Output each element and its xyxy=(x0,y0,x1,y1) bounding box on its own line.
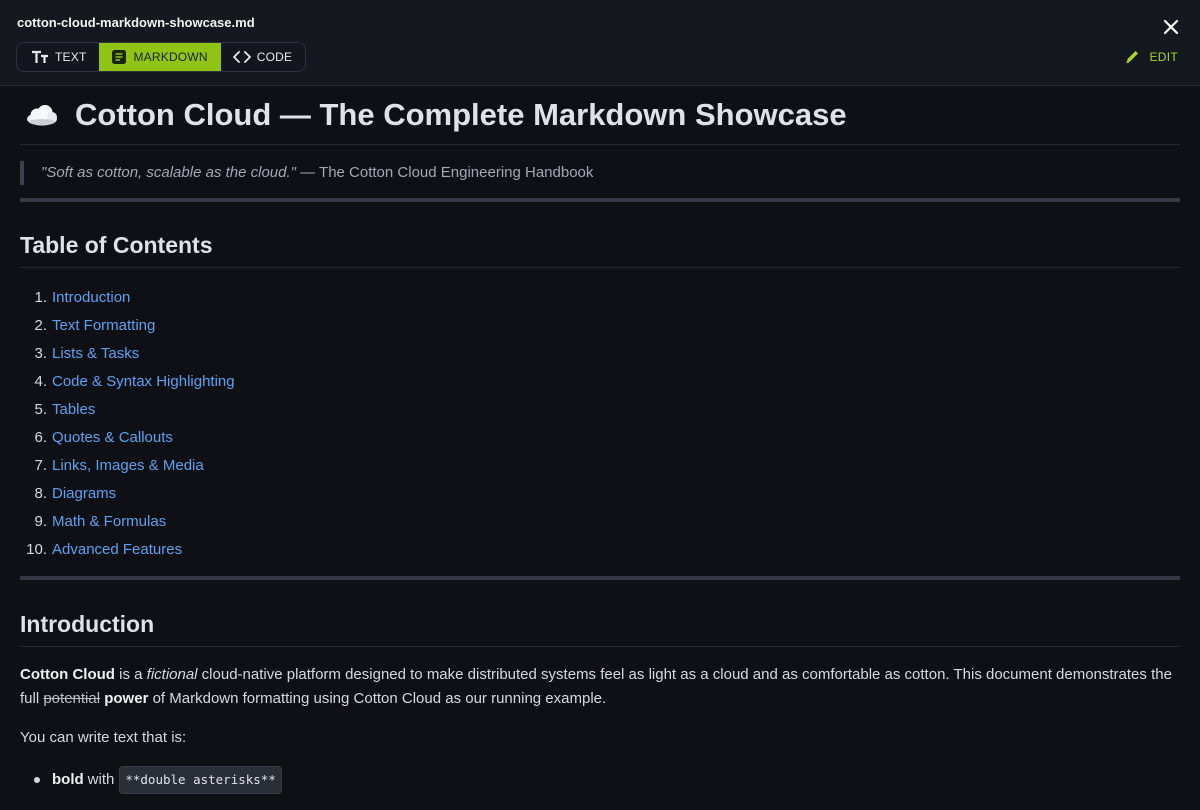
title-text: Cotton Cloud — The Complete Markdown Sho… xyxy=(75,97,847,132)
document-icon xyxy=(112,50,127,64)
horizontal-rule xyxy=(20,198,1180,202)
toc-link-diagrams[interactable]: Diagrams xyxy=(52,480,116,508)
tab-label: CODE xyxy=(256,50,293,64)
toc-link-lists-tasks[interactable]: Lists & Tasks xyxy=(52,340,139,368)
paragraph-text: is a xyxy=(114,666,147,683)
toc-list: 1. Introduction 2. Text Formatting 3. Lists… xyxy=(20,284,1180,564)
blockquote: "Soft as cotton, scalable as the cloud."… xyxy=(20,161,1180,185)
toc-number: 1. xyxy=(34,289,47,306)
toc-link-text-formatting[interactable]: Text Formatting xyxy=(52,312,155,340)
bullet-marker xyxy=(34,777,40,783)
toc-link-tables[interactable]: Tables xyxy=(52,396,95,424)
toc-item: 8. Diagrams xyxy=(20,480,1180,508)
toc-number: 9. xyxy=(34,513,47,530)
file-name: cotton-cloud-markdown-showcase.md xyxy=(17,15,255,30)
toc-item: 3. Lists & Tasks xyxy=(20,340,1180,368)
toc-item: 10. Advanced Features xyxy=(20,536,1180,564)
toc-number: 3. xyxy=(34,345,47,362)
paragraph: You can write text that is: xyxy=(20,729,187,746)
strikethrough-text: potential xyxy=(43,690,101,707)
toc-item: 2. Text Formatting xyxy=(20,312,1180,340)
toc-number: 7. xyxy=(34,457,47,474)
tab-label: TEXT xyxy=(55,50,87,64)
toc-number: 4. xyxy=(34,373,47,390)
list-item-text: with xyxy=(87,771,115,788)
code-brackets-icon xyxy=(232,51,251,63)
toc-link-links-images-media[interactable]: Links, Images & Media xyxy=(52,452,204,480)
horizontal-rule xyxy=(20,576,1180,580)
close-button[interactable] xyxy=(1160,16,1182,38)
bold-text: bold xyxy=(52,771,84,788)
toc-number: 5. xyxy=(34,401,47,418)
toc-item: 1. Introduction xyxy=(20,284,1180,312)
quote-attribution: — The Cotton Cloud Engineering Handbook xyxy=(295,164,594,181)
toc-item: 7. Links, Images & Media xyxy=(20,452,1180,480)
page-title: Cotton Cloud — The Complete Markdown Sho… xyxy=(20,86,1180,145)
close-icon xyxy=(1163,19,1179,35)
toc-number: 2. xyxy=(34,317,47,334)
toc-link-quotes-callouts[interactable]: Quotes & Callouts xyxy=(52,424,173,452)
tab-code[interactable]: CODE xyxy=(221,43,305,71)
toc-item: 5. Tables xyxy=(20,396,1180,424)
bold-text: power xyxy=(104,690,149,707)
tab-markdown[interactable]: MARKDOWN xyxy=(99,43,221,71)
toc-item: 4. Code & Syntax Highlighting xyxy=(20,368,1180,396)
view-mode-tabs: TEXT MARKDOWN CODE xyxy=(16,42,307,72)
tab-label: MARKDOWN xyxy=(133,50,208,64)
edit-label: EDIT xyxy=(1149,49,1178,64)
toc-link-introduction[interactable]: Introduction xyxy=(52,284,130,312)
format-list: bold with **double asterisks** xyxy=(20,766,1180,794)
text-format-icon xyxy=(32,50,48,63)
markdown-preview[interactable]: Cotton Cloud — The Complete Markdown Sho… xyxy=(20,86,1180,810)
toc-number: 8. xyxy=(34,485,47,502)
viewer-header: cotton-cloud-markdown-showcase.md TEXT M… xyxy=(0,0,1200,86)
introduction-heading: Introduction xyxy=(20,607,1180,647)
toc-link-advanced-features[interactable]: Advanced Features xyxy=(52,536,182,564)
edit-button[interactable]: EDIT xyxy=(1125,49,1178,64)
cloud-icon xyxy=(27,105,57,126)
toc-heading: Table of Contents xyxy=(20,228,1180,268)
paragraph-text: of Markdown formatting using Cotton Clou… xyxy=(148,690,607,707)
pencil-icon xyxy=(1126,51,1139,64)
list-item: bold with **double asterisks** xyxy=(34,766,1180,794)
toc-link-math-formulas[interactable]: Math & Formulas xyxy=(52,508,166,536)
toc-item: 9. Math & Formulas xyxy=(20,508,1180,536)
toc-link-code-syntax[interactable]: Code & Syntax Highlighting xyxy=(52,368,235,396)
toc-number: 10. xyxy=(26,541,47,558)
toc-item: 6. Quotes & Callouts xyxy=(20,424,1180,452)
intro-paragraph: Cotton Cloud is a fictional cloud-native… xyxy=(20,663,1180,711)
inline-code: **double asterisks** xyxy=(119,766,282,794)
bold-text: Cotton Cloud xyxy=(20,666,115,683)
tab-text[interactable]: TEXT xyxy=(17,43,99,71)
toc-number: 6. xyxy=(34,429,47,446)
quote-text: "Soft as cotton, scalable as the cloud." xyxy=(41,164,296,181)
italic-text: fictional xyxy=(146,666,198,683)
